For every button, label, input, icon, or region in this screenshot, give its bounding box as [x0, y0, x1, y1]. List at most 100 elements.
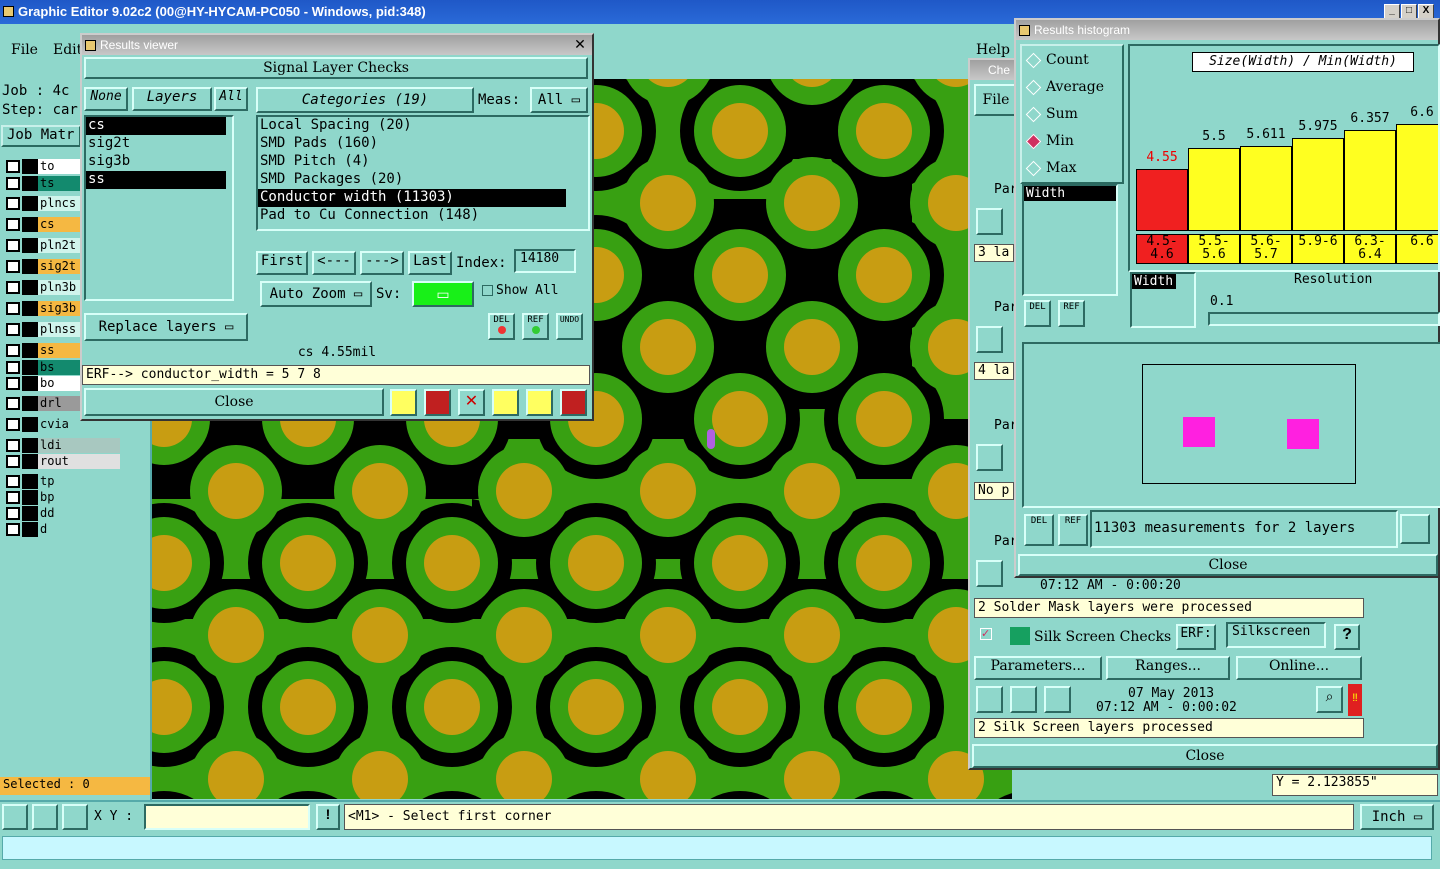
viewer-tool-icon-2[interactable]	[424, 389, 451, 416]
layer-checkbox[interactable]	[6, 260, 20, 273]
layer-checkbox[interactable]	[6, 177, 20, 190]
check-run-icon[interactable]	[976, 208, 1003, 235]
layer-row[interactable]: bp	[2, 490, 120, 505]
run-icon-3[interactable]	[1044, 686, 1071, 713]
layer-checkbox[interactable]	[6, 160, 20, 173]
layer-checkbox[interactable]	[6, 281, 20, 294]
menu-help[interactable]: Help	[976, 42, 1010, 58]
category-item[interactable]: Local Spacing (20)	[258, 117, 566, 135]
index-input[interactable]: 14180	[514, 249, 576, 273]
warning-button[interactable]: !	[316, 804, 340, 830]
prev-button[interactable]: <---	[312, 251, 356, 275]
silk-erf-field[interactable]: Silkscreen	[1226, 622, 1326, 648]
online-button[interactable]: Online...	[1236, 656, 1362, 680]
layer-checkbox[interactable]	[6, 418, 20, 431]
checks-close-button[interactable]: Close	[972, 744, 1438, 768]
next-button[interactable]: --->	[360, 251, 404, 275]
categories-listbox[interactable]: Local Spacing (20) SMD Pads (160) SMD Pitc…	[256, 115, 590, 231]
aggregate-radio[interactable]	[1025, 160, 1042, 177]
layer-checkbox[interactable]	[6, 377, 20, 390]
del-icon[interactable]: DEL	[488, 313, 515, 340]
tool-icon-1[interactable]	[2, 804, 28, 830]
bottom-ref-icon[interactable]: REF	[1058, 514, 1088, 546]
layer-checkbox[interactable]	[6, 302, 20, 315]
histogram-bar[interactable]: 6.357	[1344, 111, 1396, 231]
parameters-button[interactable]: Parameters...	[974, 656, 1102, 680]
viewer-tool-icon-4[interactable]	[492, 389, 519, 416]
width-field[interactable]: Width	[1024, 186, 1116, 201]
histogram-bar[interactable]: 5.5	[1188, 129, 1240, 231]
menu-edit[interactable]: Edit	[53, 42, 82, 58]
results-viewer-close-icon[interactable]: ✕	[572, 36, 588, 52]
viewer-tool-icon-5[interactable]	[526, 389, 553, 416]
hist-ref-icon[interactable]: REF	[1058, 300, 1085, 327]
layer-row[interactable]: rout	[2, 454, 120, 469]
tool-icon-2[interactable]	[32, 804, 58, 830]
layer-checkbox[interactable]	[6, 507, 20, 520]
histogram-close-button[interactable]: Close	[1018, 554, 1438, 576]
ranges-button[interactable]: Ranges...	[1106, 656, 1230, 680]
unit-dropdown[interactable]: Inch ▭	[1360, 804, 1434, 830]
layer-checkbox[interactable]	[6, 439, 20, 452]
viewer-tool-icon-3[interactable]: ✕	[458, 389, 485, 416]
category-item[interactable]: Pad to Cu Connection (148)	[258, 207, 566, 225]
layer-row[interactable]: dd	[2, 506, 120, 521]
aggregate-radio[interactable]	[1025, 133, 1042, 150]
show-all-checkbox[interactable]	[482, 285, 493, 296]
category-item[interactable]: SMD Packages (20)	[258, 171, 566, 189]
layer-checkbox[interactable]	[6, 523, 20, 536]
none-button[interactable]: None	[84, 87, 128, 111]
checks-file-menu[interactable]: File	[974, 84, 1018, 116]
layer-row[interactable]: tp	[2, 474, 120, 489]
layer-checkbox[interactable]	[6, 197, 20, 210]
auto-zoom-dropdown[interactable]: Auto Zoom ▭	[260, 281, 372, 307]
layer-checkbox[interactable]	[6, 455, 20, 468]
job-matrix-button[interactable]: Job Matr	[1, 125, 81, 147]
layer-checkbox[interactable]	[6, 491, 20, 504]
category-item[interactable]: Conductor width (11303)	[258, 189, 566, 207]
all-layers-button[interactable]: All	[214, 87, 248, 111]
sv-color-dropdown[interactable]: ▭	[412, 281, 474, 307]
layer-list-item[interactable]: sig3b	[86, 153, 226, 171]
layer-list-item[interactable]: ss	[86, 171, 226, 189]
aggregate-radio[interactable]	[1025, 106, 1042, 123]
layer-row[interactable]: d	[2, 522, 120, 537]
res-width-field[interactable]: Width	[1132, 274, 1176, 289]
signal-layer-checks-button[interactable]: Signal Layer Checks	[84, 57, 588, 79]
menu-file[interactable]: File	[11, 42, 38, 58]
category-item[interactable]: SMD Pitch (4)	[258, 153, 566, 171]
layer-checkbox[interactable]	[6, 344, 20, 357]
maximize-button[interactable]: □	[1401, 4, 1417, 19]
layer-checkbox[interactable]	[6, 397, 20, 410]
histogram-icon[interactable]	[560, 389, 587, 416]
histogram-bar[interactable]: 5.975	[1292, 119, 1344, 231]
hist-del-icon[interactable]: DEL	[1024, 300, 1051, 327]
histogram-bar[interactable]: 4.55	[1136, 150, 1188, 231]
silk-checkbox[interactable]: ✓	[980, 628, 992, 640]
xy-input[interactable]	[144, 804, 310, 830]
results-close-button[interactable]: Close	[84, 388, 384, 416]
run-icon-1[interactable]	[976, 686, 1003, 713]
first-button[interactable]: First	[256, 251, 308, 275]
field-listbox[interactable]: Width	[1022, 184, 1118, 296]
layer-list-item[interactable]: cs	[86, 117, 226, 135]
layer-checkbox[interactable]	[6, 361, 20, 374]
layer-checkbox[interactable]	[6, 218, 20, 231]
layer-row[interactable]: ldi	[2, 438, 120, 453]
categories-button[interactable]: Categories (19)	[256, 87, 474, 113]
replace-layers-dropdown[interactable]: Replace layers ▭	[84, 313, 248, 341]
meas-dropdown[interactable]: All ▭	[530, 87, 588, 113]
layer-list-item[interactable]: sig2t	[86, 135, 226, 153]
help-button[interactable]: ?	[1334, 624, 1360, 650]
check-run-icon[interactable]	[976, 326, 1003, 353]
histogram-bar[interactable]: 5.611	[1240, 127, 1292, 231]
aggregate-radio[interactable]	[1025, 79, 1042, 96]
res-field-list[interactable]: Width	[1130, 272, 1196, 328]
check-run-icon[interactable]	[976, 560, 1003, 587]
category-item[interactable]: SMD Pads (160)	[258, 135, 566, 153]
ref-icon[interactable]: REF	[522, 313, 549, 340]
layers-button[interactable]: Layers	[132, 87, 212, 111]
histogram-bar[interactable]: 6.6	[1396, 105, 1438, 231]
zoom-icon[interactable]: ⌕	[1316, 686, 1343, 713]
run-icon-2[interactable]	[1010, 686, 1037, 713]
